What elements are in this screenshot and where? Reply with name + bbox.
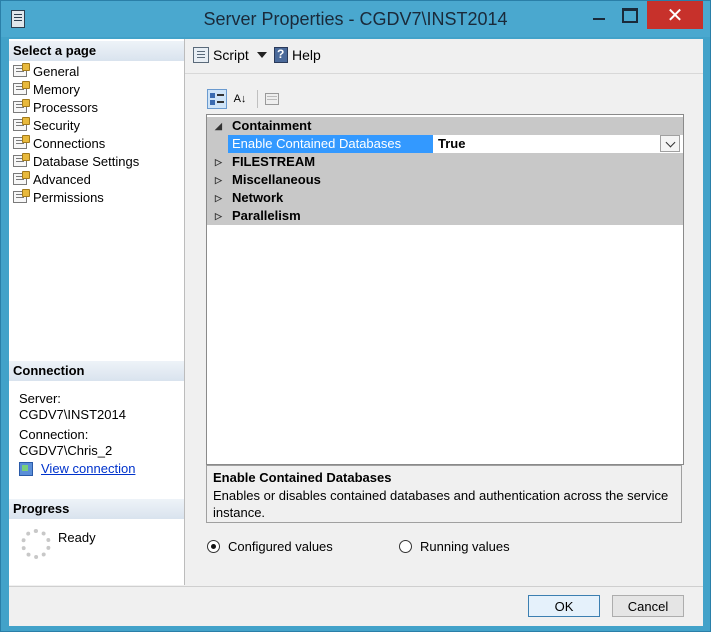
description-text: Enables or disables contained databases …: [213, 488, 669, 520]
running-values-label: Running values: [420, 539, 510, 554]
view-connection-row[interactable]: View connection: [19, 461, 135, 476]
script-dropdown-icon[interactable]: [256, 52, 267, 58]
page-icon: [13, 81, 30, 95]
expand-icon[interactable]: ▷: [215, 207, 222, 225]
expand-icon[interactable]: ▷: [215, 153, 222, 171]
toolbar: Script Help: [185, 39, 703, 74]
help-button[interactable]: Help: [274, 47, 321, 63]
page-item-advanced[interactable]: Advanced: [13, 170, 91, 188]
page-icon: [13, 117, 30, 131]
dialog-body: Select a page General Memory Processors …: [9, 39, 703, 626]
right-pane: Script Help A↓ ◢: [185, 39, 703, 585]
page-label: Connections: [33, 135, 106, 151]
page-icon: [13, 63, 30, 77]
configured-values-label: Configured values: [228, 539, 333, 554]
minimize-button[interactable]: [584, 1, 614, 29]
maximize-button[interactable]: [615, 1, 645, 29]
page-item-processors[interactable]: Processors: [13, 98, 98, 116]
value-dropdown-button[interactable]: [660, 135, 680, 152]
category-miscellaneous[interactable]: ▷ Miscellaneous: [207, 171, 683, 189]
script-label: Script: [213, 47, 249, 63]
configured-values-option[interactable]: Configured values: [207, 539, 333, 554]
alphabetical-view-button[interactable]: A↓: [230, 89, 250, 109]
ok-button[interactable]: OK: [528, 595, 600, 617]
help-icon: [274, 47, 288, 63]
minimize-icon: [593, 18, 605, 20]
page-label: Processors: [33, 99, 99, 115]
category-label: FILESTREAM: [232, 154, 316, 169]
title-bar[interactable]: Server Properties - CGDV7\INST2014 ✕: [1, 1, 710, 37]
property-pages-button[interactable]: [262, 89, 282, 109]
categorized-icon: [210, 93, 224, 105]
help-label: Help: [292, 47, 321, 63]
progress-spinner-icon: [21, 529, 51, 559]
configured-values-radio[interactable]: [207, 540, 220, 553]
close-button[interactable]: ✕: [647, 1, 703, 29]
category-label: Containment: [232, 118, 312, 133]
connection-header: Connection: [9, 361, 184, 381]
server-value: CGDV7\INST2014: [19, 407, 126, 422]
page-item-memory[interactable]: Memory: [13, 80, 80, 98]
category-parallelism[interactable]: ▷ Parallelism: [207, 207, 683, 225]
expand-icon[interactable]: ▷: [215, 189, 222, 207]
page-item-general[interactable]: General: [13, 62, 79, 80]
category-network[interactable]: ▷ Network: [207, 189, 683, 207]
progress-status: Ready: [58, 530, 96, 545]
select-page-header: Select a page: [9, 41, 184, 61]
server-properties-window: Server Properties - CGDV7\INST2014 ✕ Sel…: [0, 0, 711, 632]
script-icon: [193, 47, 209, 63]
categorized-view-button[interactable]: [207, 89, 227, 109]
category-filestream[interactable]: ▷ FILESTREAM: [207, 153, 683, 171]
connection-properties-icon: [19, 461, 33, 476]
page-label: Advanced: [33, 171, 91, 187]
page-label: Security: [33, 117, 80, 133]
server-label: Server:: [19, 391, 61, 406]
page-item-database-settings[interactable]: Database Settings: [13, 152, 139, 170]
category-label: Parallelism: [232, 208, 301, 223]
page-icon: [13, 153, 30, 167]
maximize-icon: [622, 7, 638, 23]
page-item-security[interactable]: Security: [13, 116, 80, 134]
page-label: Database Settings: [33, 153, 140, 169]
sort-alphabetical-icon: A↓: [233, 93, 247, 105]
category-label: Miscellaneous: [232, 172, 321, 187]
page-item-connections[interactable]: Connections: [13, 134, 105, 152]
page-label: Permissions: [33, 189, 104, 205]
page-icon: [13, 171, 30, 185]
page-icon: [13, 189, 30, 203]
property-name[interactable]: Enable Contained Databases: [228, 135, 433, 153]
connection-label: Connection:: [19, 427, 89, 442]
expand-icon[interactable]: ▷: [215, 171, 222, 189]
script-button[interactable]: Script: [193, 47, 267, 63]
property-gutter: [207, 135, 228, 153]
cancel-button[interactable]: Cancel: [612, 595, 684, 617]
connection-value: CGDV7\Chris_2: [19, 443, 113, 458]
property-row-enable-contained-databases[interactable]: Enable Contained Databases True: [207, 135, 683, 153]
category-containment[interactable]: ◢ Containment: [207, 117, 683, 135]
toolbar-separator: [257, 90, 258, 108]
page-label: Memory: [33, 81, 80, 97]
property-value[interactable]: True: [434, 135, 659, 153]
collapse-icon[interactable]: ◢: [215, 117, 222, 135]
dialog-button-bar: OK Cancel: [9, 586, 703, 626]
progress-header: Progress: [9, 499, 184, 519]
left-pane: Select a page General Memory Processors …: [9, 39, 185, 585]
running-values-option[interactable]: Running values: [399, 539, 510, 554]
close-icon: ✕: [666, 4, 684, 27]
property-grid-toolbar: A↓: [207, 89, 285, 109]
description-title: Enable Contained Databases: [213, 470, 392, 485]
page-label: General: [33, 63, 80, 79]
page-icon: [13, 135, 30, 149]
property-pages-icon: [265, 93, 279, 105]
running-values-radio[interactable]: [399, 540, 412, 553]
page-icon: [13, 99, 30, 113]
property-grid: ◢ Containment Enable Contained Databases…: [206, 114, 684, 465]
view-connection-link[interactable]: View connection: [41, 461, 135, 476]
property-description-panel: Enable Contained Databases Enables or di…: [206, 465, 682, 523]
category-label: Network: [232, 190, 284, 205]
chevron-down-icon: [665, 137, 675, 147]
page-item-permissions[interactable]: Permissions: [13, 188, 104, 206]
